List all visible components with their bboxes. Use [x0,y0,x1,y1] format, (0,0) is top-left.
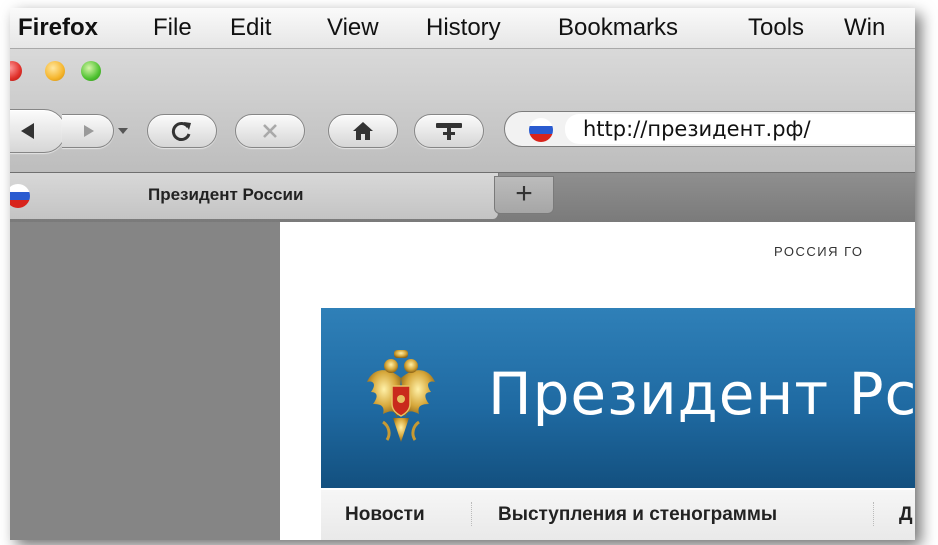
firefox-window: Firefox File Edit View History Bookmarks… [10,8,915,540]
site-banner: Президент Рс [321,308,915,488]
home-button[interactable] [328,114,398,148]
minimize-window-button[interactable] [45,61,65,81]
menu-firefox[interactable]: Firefox [18,13,98,43]
menu-tools[interactable]: Tools [748,13,804,43]
stop-icon [263,124,277,138]
new-tab-button[interactable]: + [494,176,554,214]
nav-separator [873,502,875,526]
tab-title: Президент России [148,185,304,204]
screenshot: Firefox File Edit View History Bookmarks… [0,0,938,545]
site-flag-icon[interactable] [529,118,553,142]
menu-window[interactable]: Win [844,13,885,43]
tab-favicon-icon [10,184,30,208]
nav-separator [471,502,473,526]
bookmark-toolbar-icon [436,123,462,140]
menu-bookmarks[interactable]: Bookmarks [558,13,678,43]
nav-next[interactable]: Д [899,504,913,526]
bookmark-toolbar-button[interactable] [414,114,484,148]
home-icon [353,122,373,140]
menubar: Firefox File Edit View History Bookmarks… [10,8,915,49]
menu-edit[interactable]: Edit [230,13,271,43]
forward-icon [83,125,94,137]
nav-news[interactable]: Новости [345,504,425,526]
tab-president[interactable]: Президент России [10,173,499,219]
menu-file[interactable]: File [153,13,192,43]
banner-title: Президент Рс [488,360,915,428]
url-field[interactable]: http://президент.рф/ [565,114,915,144]
address-bar[interactable]: http://президент.рф/ [504,111,915,147]
close-window-button[interactable] [10,61,22,81]
menu-view[interactable]: View [327,13,379,43]
section-nav: Новости Выступления и стенограммы Д [321,490,915,540]
back-button[interactable] [10,109,66,153]
forward-button[interactable] [62,114,114,148]
reload-icon [171,122,191,141]
dropdown-arrow-icon[interactable] [117,127,129,135]
navigation-toolbar: http://президент.рф/ [10,49,915,172]
stop-button[interactable] [235,114,305,148]
tab-bar: Президент России + [10,172,915,223]
top-nav-links[interactable]: РОССИЯ ГО [774,244,864,259]
web-page: РОССИЯ ГО Президент Рс Новости Выступлен… [280,222,915,540]
emblem-icon [367,350,435,442]
reload-button[interactable] [147,114,217,148]
menu-history[interactable]: History [426,13,501,43]
zoom-window-button[interactable] [81,61,101,81]
back-icon [21,123,35,139]
nav-speeches[interactable]: Выступления и стенограммы [498,504,777,526]
page-side-background [10,222,280,540]
url-text[interactable]: http://президент.рф/ [583,116,811,142]
